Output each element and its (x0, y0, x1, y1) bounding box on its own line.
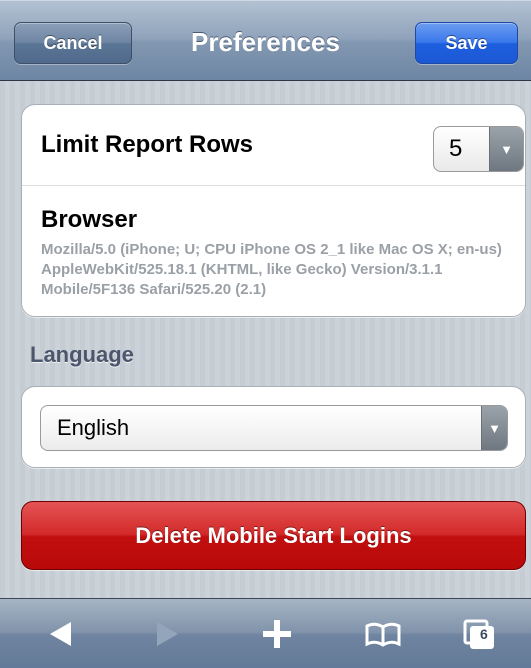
user-agent-text: Mozilla/5.0 (iPhone; U; CPU iPhone OS 2_… (41, 241, 502, 298)
nav-bar: Preferences Cancel Save (0, 0, 531, 81)
add-bookmark-button[interactable] (242, 599, 312, 668)
language-select[interactable]: English ▼ (40, 405, 508, 451)
chevron-down-icon: ▼ (481, 406, 507, 450)
tabs-button[interactable]: 6 (444, 599, 514, 668)
bookmarks-button[interactable] (348, 599, 418, 668)
tabs-count: 6 (480, 626, 488, 642)
language-value: English (57, 415, 130, 440)
cancel-button[interactable]: Cancel (14, 22, 132, 64)
browser-row: Browser Mozilla/5.0 (iPhone; U; CPU iPho… (22, 186, 525, 316)
tabs-icon (463, 619, 494, 649)
limit-rows-label: Limit Report Rows (41, 131, 254, 158)
forward-button[interactable] (132, 599, 202, 668)
preferences-group: Limit Report Rows 5 ▼ Browser Mozilla/5.… (21, 104, 526, 317)
save-button[interactable]: Save (415, 22, 518, 64)
plus-icon (263, 619, 291, 648)
browser-label: Browser (41, 206, 138, 233)
limit-rows-row: Limit Report Rows 5 ▼ (22, 105, 525, 186)
limit-rows-value: 5 (449, 135, 463, 162)
bookmarks-icon (365, 622, 401, 647)
language-group: English ▼ (21, 386, 526, 468)
back-icon (50, 621, 71, 646)
limit-rows-select[interactable]: 5 ▼ (433, 126, 524, 172)
chevron-down-icon: ▼ (489, 127, 523, 171)
delete-logins-button[interactable]: Delete Mobile Start Logins (21, 501, 526, 570)
bottom-toolbar: 6 (0, 598, 531, 668)
back-button[interactable] (26, 599, 96, 668)
language-section-title: Language (30, 342, 134, 367)
forward-icon (157, 621, 178, 646)
